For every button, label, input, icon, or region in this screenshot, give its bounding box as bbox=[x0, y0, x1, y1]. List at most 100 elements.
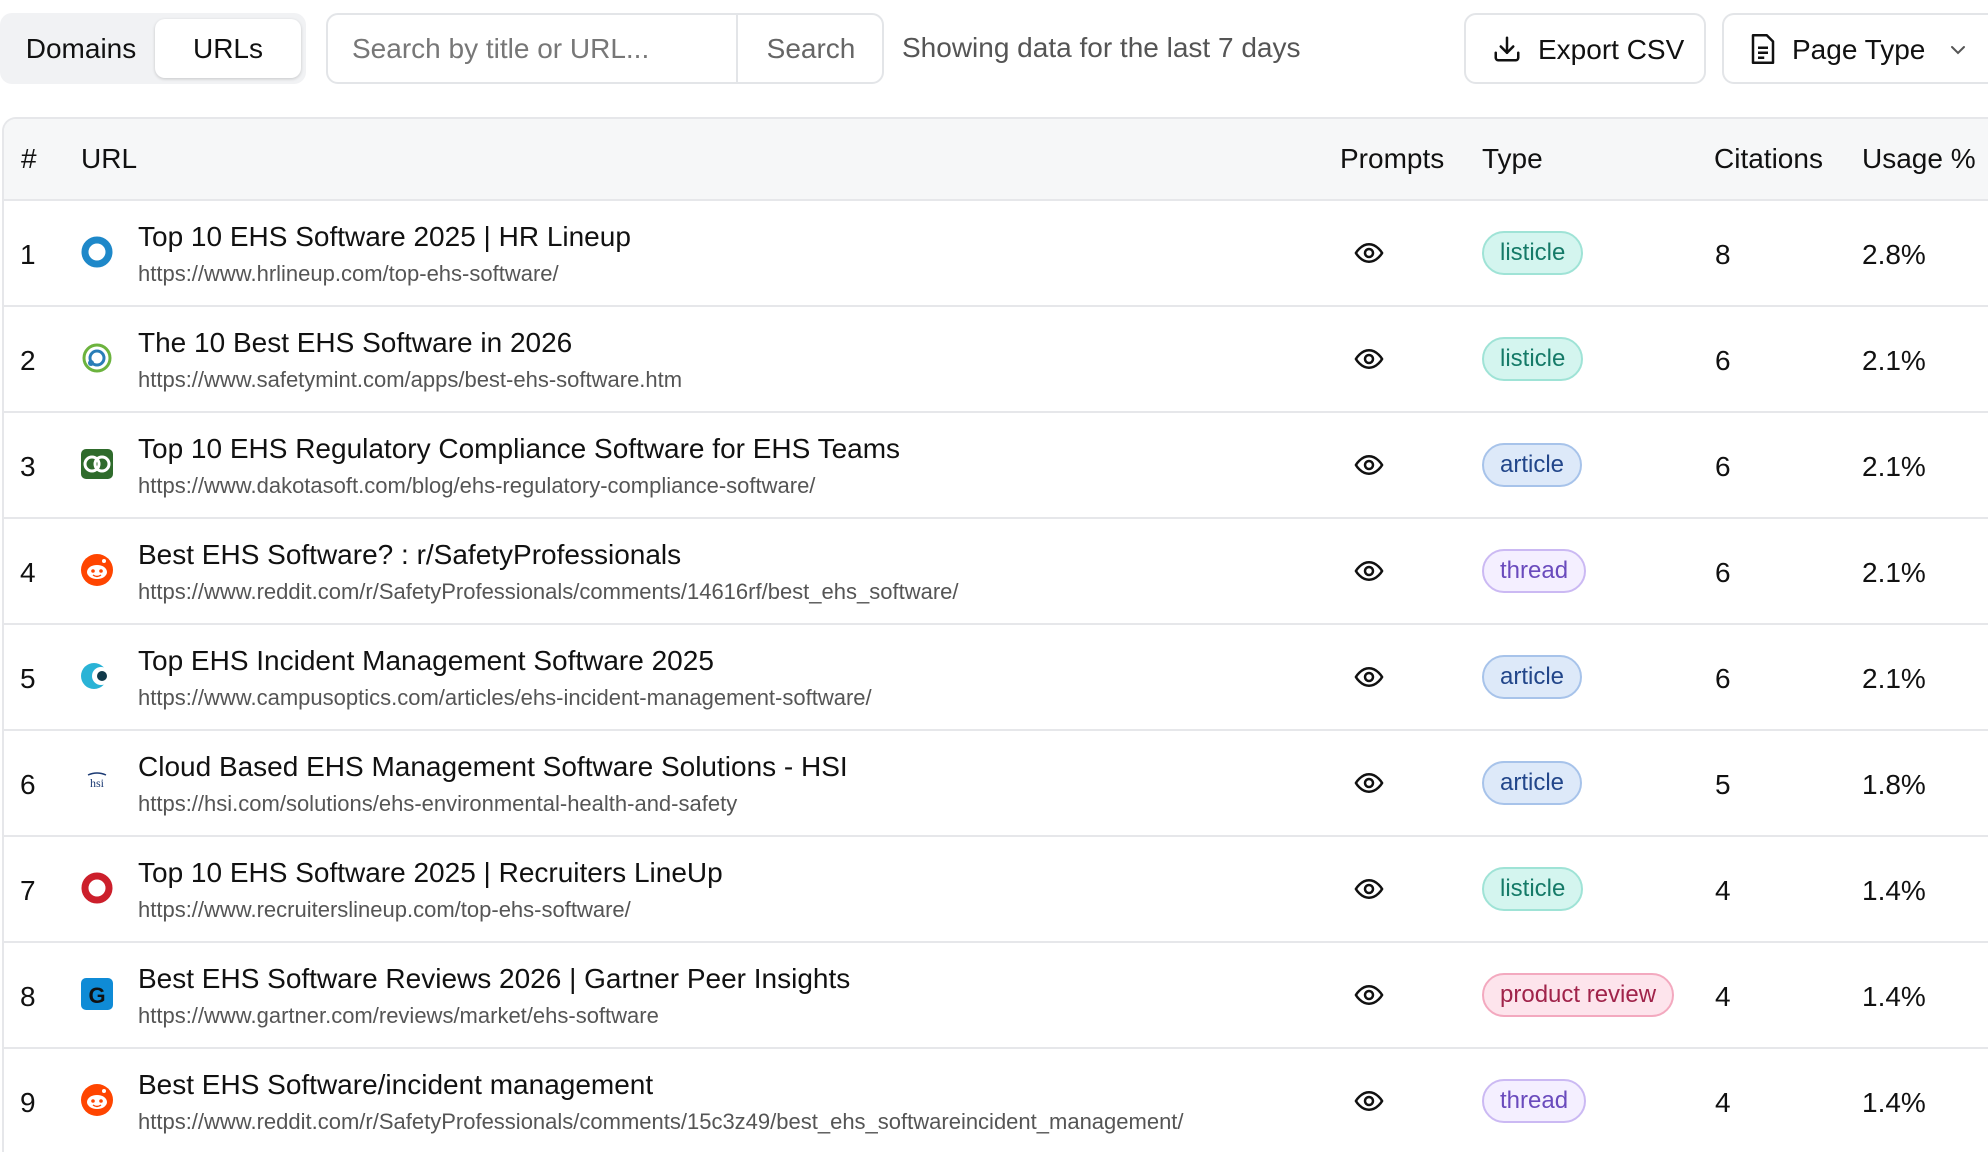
date-range-text: Showing data for the last 7 days bbox=[902, 32, 1301, 63]
gartner-icon: G bbox=[80, 977, 114, 1011]
usage-value: 2.1% bbox=[1862, 345, 1926, 376]
table-row[interactable]: 5 Top EHS Incident Management Software 20… bbox=[4, 625, 1988, 731]
citations-value: 5 bbox=[1715, 769, 1731, 800]
eye-icon[interactable] bbox=[1354, 238, 1384, 268]
citations-value: 6 bbox=[1715, 663, 1731, 694]
column-header-prompts[interactable]: Prompts bbox=[1340, 143, 1444, 175]
row-title[interactable]: Top EHS Incident Management Software 202… bbox=[138, 645, 714, 677]
row-number: 8 bbox=[20, 981, 36, 1012]
row-title[interactable]: Best EHS Software Reviews 2026 | Gartner… bbox=[138, 963, 850, 995]
eye-icon[interactable] bbox=[1354, 662, 1384, 692]
usage-value: 1.8% bbox=[1862, 769, 1926, 800]
row-url[interactable]: https://hsi.com/solutions/ehs-environmen… bbox=[138, 791, 737, 817]
usage-value: 2.1% bbox=[1862, 557, 1926, 588]
column-header-citations[interactable]: Citations bbox=[1714, 143, 1823, 175]
citations-value: 6 bbox=[1715, 557, 1731, 588]
row-url[interactable]: https://www.reddit.com/r/SafetyProfessio… bbox=[138, 1109, 1184, 1135]
table-row[interactable]: 7 Top 10 EHS Software 2025 | Recruiters L… bbox=[4, 837, 1988, 943]
citations-value: 4 bbox=[1715, 981, 1731, 1012]
column-header-type[interactable]: Type bbox=[1482, 143, 1543, 175]
safetymint-icon bbox=[80, 341, 114, 375]
table-row[interactable]: 3 Top 10 EHS Regulatory Compliance Softwa… bbox=[4, 413, 1988, 519]
eye-icon[interactable] bbox=[1354, 1086, 1384, 1116]
svg-text:hsi: hsi bbox=[90, 776, 105, 790]
row-number: 4 bbox=[20, 557, 36, 588]
citations-value: 6 bbox=[1715, 345, 1731, 376]
column-header-usage[interactable]: Usage % bbox=[1862, 143, 1976, 175]
view-toggle: Domains URLs bbox=[0, 13, 306, 84]
search-input[interactable] bbox=[328, 15, 736, 82]
row-number: 9 bbox=[20, 1087, 36, 1118]
usage-value: 2.1% bbox=[1862, 451, 1926, 482]
toolbar: Domains URLs Search Showing data for the… bbox=[0, 0, 1988, 104]
row-title[interactable]: Top 10 EHS Regulatory Compliance Softwar… bbox=[138, 433, 900, 465]
row-number: 1 bbox=[20, 239, 36, 270]
svg-text:G: G bbox=[88, 983, 105, 1008]
row-url[interactable]: https://www.dakotasoft.com/blog/ehs-regu… bbox=[138, 473, 815, 499]
row-title[interactable]: Top 10 EHS Software 2025 | HR Lineup bbox=[138, 221, 631, 253]
table-row[interactable]: 2 The 10 Best EHS Software in 2026 https:/… bbox=[4, 307, 1988, 413]
column-header-number: # bbox=[21, 143, 37, 174]
eye-icon[interactable] bbox=[1354, 874, 1384, 904]
page-type-dropdown[interactable]: Page Type bbox=[1722, 13, 1988, 84]
usage-value: 1.4% bbox=[1862, 1087, 1926, 1118]
document-icon bbox=[1751, 34, 1775, 64]
eye-icon[interactable] bbox=[1354, 980, 1384, 1010]
export-csv-label: Export CSV bbox=[1538, 34, 1685, 65]
eye-icon[interactable] bbox=[1354, 768, 1384, 798]
row-number: 3 bbox=[20, 451, 36, 482]
download-icon bbox=[1494, 36, 1520, 62]
table-row[interactable]: 1 Top 10 EHS Software 2025 | HR Lineup htt… bbox=[4, 201, 1988, 307]
type-badge: article bbox=[1482, 655, 1583, 699]
search-button[interactable]: Search bbox=[736, 15, 882, 82]
export-csv-button[interactable]: Export CSV bbox=[1464, 13, 1706, 84]
hsi-icon: hsi bbox=[80, 765, 114, 799]
citations-value: 4 bbox=[1715, 1087, 1731, 1118]
urls-tab[interactable]: URLs bbox=[155, 19, 301, 78]
row-title[interactable]: The 10 Best EHS Software in 2026 bbox=[138, 327, 572, 359]
row-url[interactable]: https://www.campusoptics.com/articles/eh… bbox=[138, 685, 872, 711]
row-url[interactable]: https://www.recruiterslineup.com/top-ehs… bbox=[138, 897, 631, 923]
type-badge: listicle bbox=[1482, 337, 1584, 381]
usage-value: 2.8% bbox=[1862, 239, 1926, 270]
type-badge: listicle bbox=[1482, 231, 1584, 275]
citations-value: 6 bbox=[1715, 451, 1731, 482]
row-url[interactable]: https://www.gartner.com/reviews/market/e… bbox=[138, 1003, 659, 1029]
urls-table: # URL Prompts Type Citations Usage % 1 To… bbox=[2, 117, 1988, 1152]
row-title[interactable]: Best EHS Software/incident management bbox=[138, 1069, 653, 1101]
search-box: Search bbox=[326, 13, 884, 84]
chevron-down-icon bbox=[1951, 46, 1965, 55]
type-badge: article bbox=[1482, 761, 1583, 805]
table-row[interactable]: 9 Best EHS Software/incident management ht… bbox=[4, 1049, 1988, 1152]
row-title[interactable]: Best EHS Software? : r/SafetyProfessiona… bbox=[138, 539, 681, 571]
eye-icon[interactable] bbox=[1354, 344, 1384, 374]
usage-value: 1.4% bbox=[1862, 875, 1926, 906]
type-badge: article bbox=[1482, 443, 1583, 487]
type-badge: product review bbox=[1482, 973, 1675, 1017]
reddit-icon bbox=[80, 553, 114, 587]
table-row[interactable]: 8 G Best EHS Software Reviews 2026 | Gartn… bbox=[4, 943, 1988, 1049]
row-title[interactable]: Top 10 EHS Software 2025 | Recruiters Li… bbox=[138, 857, 723, 889]
domains-tab[interactable]: Domains bbox=[8, 19, 154, 78]
row-url[interactable]: https://www.hrlineup.com/top-ehs-softwar… bbox=[138, 261, 559, 287]
page-type-label: Page Type bbox=[1792, 34, 1926, 65]
row-url[interactable]: https://www.reddit.com/r/SafetyProfessio… bbox=[138, 579, 959, 605]
type-badge: listicle bbox=[1482, 867, 1584, 911]
row-title[interactable]: Cloud Based EHS Management Software Solu… bbox=[138, 751, 848, 783]
type-badge: thread bbox=[1482, 549, 1587, 593]
dakota-icon bbox=[80, 447, 114, 481]
row-number: 7 bbox=[20, 875, 36, 906]
row-number: 2 bbox=[20, 345, 36, 376]
column-header-url[interactable]: URL bbox=[81, 143, 137, 175]
row-number: 6 bbox=[20, 769, 36, 800]
row-url[interactable]: https://www.safetymint.com/apps/best-ehs… bbox=[138, 367, 682, 393]
eye-icon[interactable] bbox=[1354, 450, 1384, 480]
hrlineup-ring-icon bbox=[80, 235, 114, 269]
table-row[interactable]: 4 Best EHS Software? : r/SafetyProfession… bbox=[4, 519, 1988, 625]
citations-value: 4 bbox=[1715, 875, 1731, 906]
table-row[interactable]: 6 hsi Cloud Based EHS Management Software … bbox=[4, 731, 1988, 837]
campusoptics-icon bbox=[80, 659, 114, 693]
usage-value: 2.1% bbox=[1862, 663, 1926, 694]
recruiterslineup-ring-icon bbox=[80, 871, 114, 905]
eye-icon[interactable] bbox=[1354, 556, 1384, 586]
